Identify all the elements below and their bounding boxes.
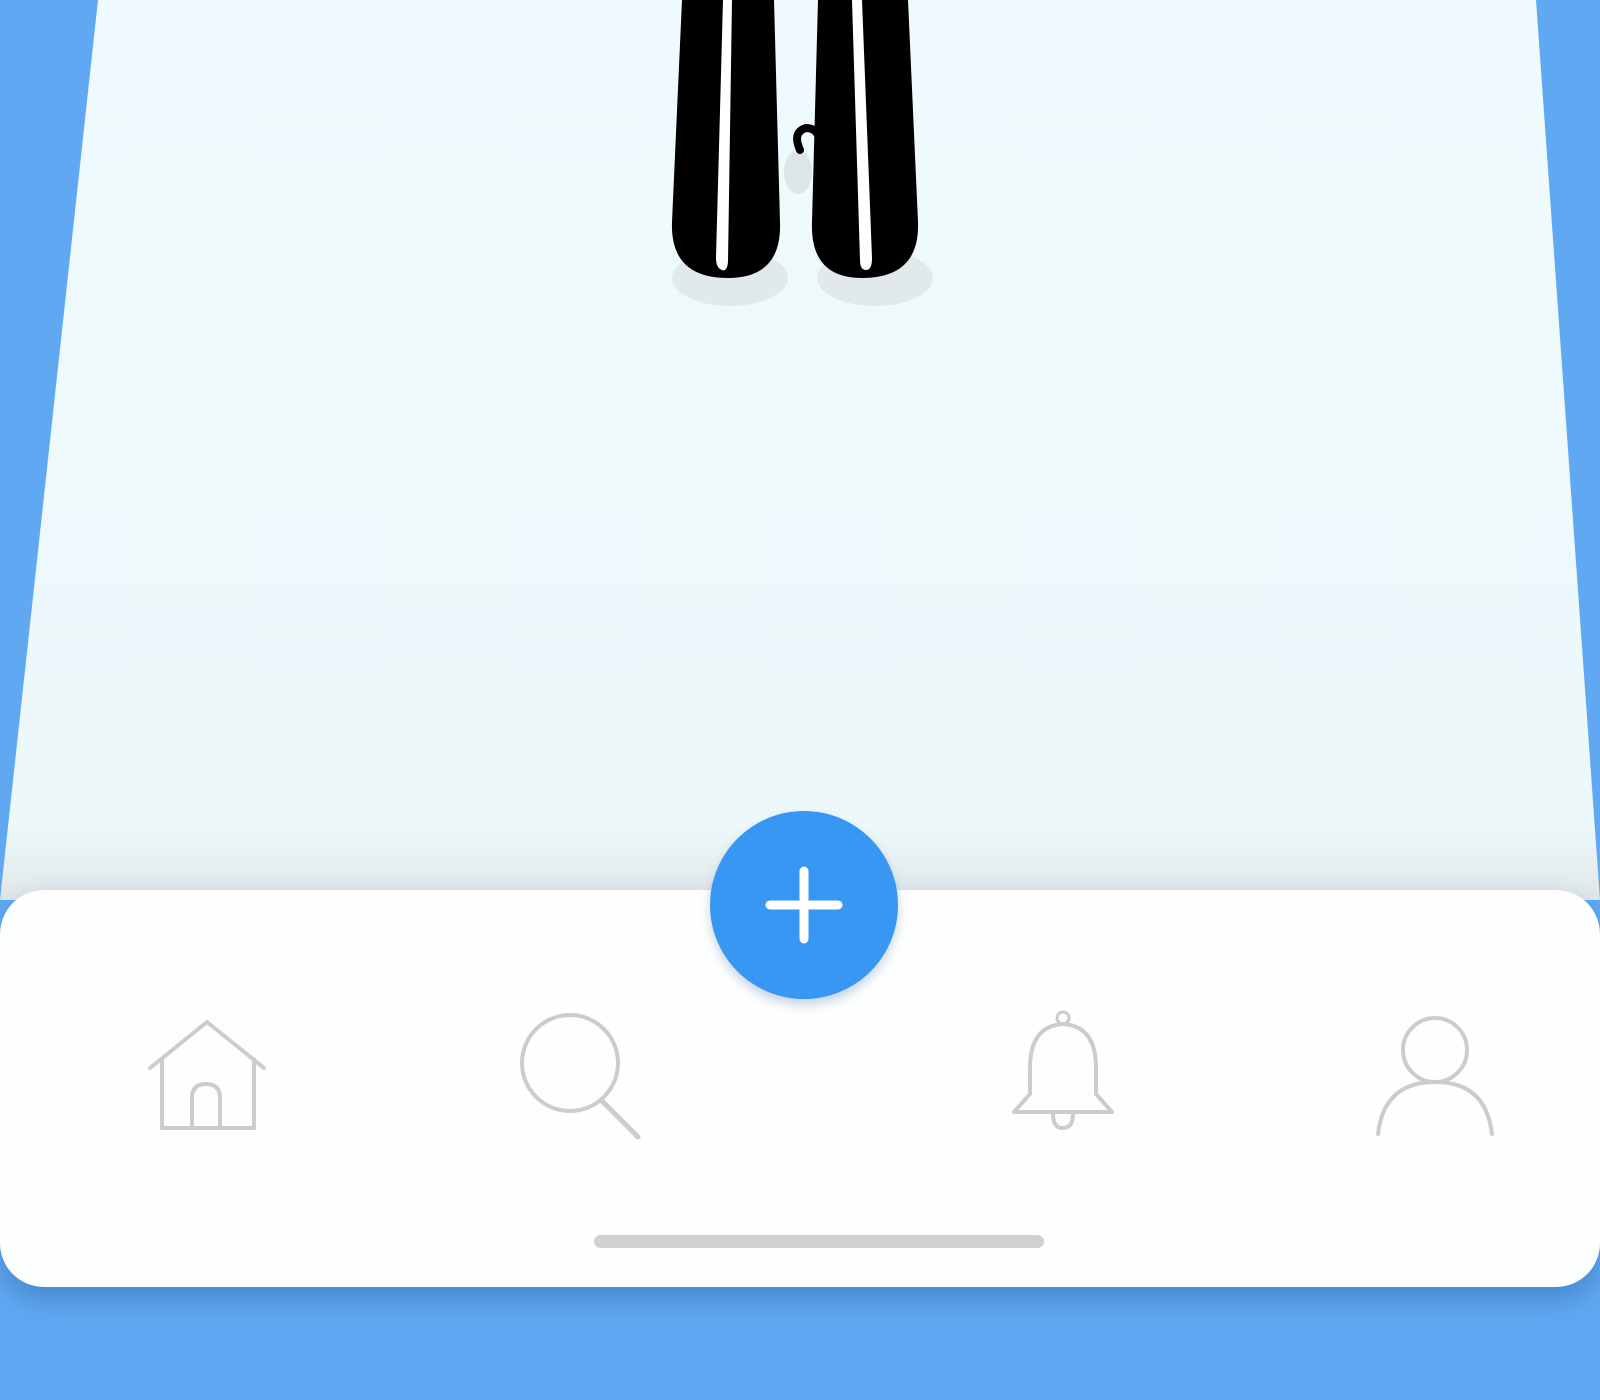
user-icon [1376,1016,1494,1136]
tab-notifications[interactable] [1008,1008,1118,1138]
home-icon [148,1020,266,1130]
home-indicator[interactable] [594,1235,1044,1248]
plus-icon [765,866,843,944]
add-button[interactable] [710,811,898,999]
figure-legs-illustration [671,0,933,306]
tab-search[interactable] [510,1005,650,1145]
tab-profile[interactable] [1370,1010,1500,1140]
tab-home[interactable] [142,1010,272,1140]
search-icon [520,1013,641,1140]
app-stage [0,0,1600,1400]
bell-icon [1012,1010,1114,1131]
